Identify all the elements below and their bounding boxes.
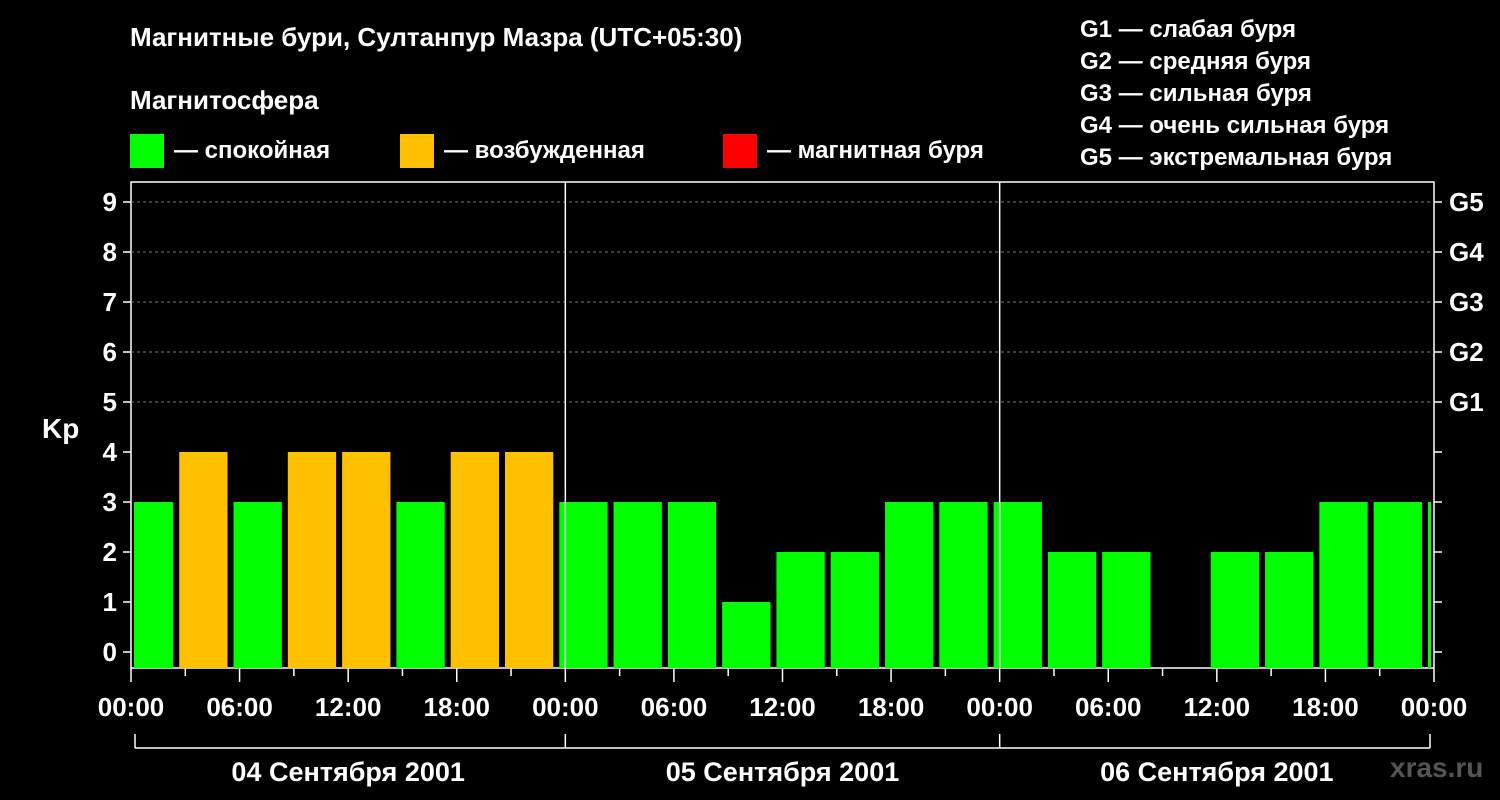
g-level-label: G5: [1449, 187, 1484, 217]
x-tick-label: 00:00: [1401, 692, 1468, 722]
kp-bar: [559, 502, 608, 668]
day-label: 04 Сентября 2001: [231, 757, 464, 787]
x-tick-label: 06:00: [206, 692, 273, 722]
x-tick-label: 00:00: [532, 692, 599, 722]
kp-bar: [1102, 552, 1151, 668]
y-tick-label: 2: [103, 537, 117, 567]
kp-bar: [1265, 552, 1314, 668]
x-tick-label: 18:00: [1292, 692, 1359, 722]
day-label: 06 Сентября 2001: [1100, 757, 1333, 787]
kp-bar: [396, 502, 445, 668]
kp-bar-chart: 0 1 2 3 4 5 6 7 8 9 G1 G2 G3 G4 G5 Kp 00:00 06:00 12:00 18:…: [42, 181, 1484, 787]
y-tick-label: 3: [103, 487, 117, 517]
kp-bar: [450, 452, 499, 668]
x-tick-label: 18:00: [424, 692, 491, 722]
g-level-label: G2: [1449, 337, 1484, 367]
y-tick-label: 7: [103, 287, 117, 317]
g-level-label: G3: [1449, 287, 1484, 317]
g-level-label: G4: [1449, 237, 1484, 267]
y-tick-label: 9: [103, 187, 117, 217]
x-tick-label: 06:00: [1075, 692, 1142, 722]
kp-bar: [830, 552, 880, 668]
kp-bar: [993, 502, 1042, 668]
kp-bar: [1210, 552, 1260, 668]
y-tick-label: 1: [103, 587, 117, 617]
watermark: xras.ru: [1390, 752, 1484, 783]
kp-bar: [1319, 502, 1368, 668]
kp-bar: [233, 502, 282, 668]
x-tick-label: 12:00: [749, 692, 816, 722]
kp-bar: [179, 452, 228, 668]
kp-bar: [885, 502, 934, 668]
x-tick-label: 18:00: [858, 692, 925, 722]
kp-bar: [134, 502, 174, 668]
kp-bar: [287, 452, 337, 668]
kp-bar: [939, 502, 988, 668]
x-tick-label: 12:00: [1184, 692, 1251, 722]
x-tick-label: 00:00: [966, 692, 1033, 722]
y-tick-label: 5: [103, 387, 117, 417]
kp-bar: [722, 602, 771, 668]
kp-bar: [1373, 502, 1422, 668]
day-label: 05 Сентября 2001: [666, 757, 899, 787]
y-axis-label: Kp: [42, 413, 79, 444]
x-tick-label: 06:00: [641, 692, 708, 722]
kp-bar: [1047, 552, 1097, 668]
y-tick-label: 4: [103, 437, 118, 467]
y-tick-label: 0: [103, 637, 117, 667]
y-tick-label: 8: [103, 237, 117, 267]
kp-bar: [613, 502, 662, 668]
kp-bar: [776, 552, 825, 668]
x-tick-label: 12:00: [315, 692, 382, 722]
kp-bar: [1427, 502, 1431, 668]
x-tick-label: 00:00: [98, 692, 165, 722]
kp-bar: [504, 452, 554, 668]
kp-bar: [342, 452, 391, 668]
g-level-label: G1: [1449, 387, 1484, 417]
kp-bar: [667, 502, 717, 668]
y-tick-label: 6: [103, 337, 117, 367]
